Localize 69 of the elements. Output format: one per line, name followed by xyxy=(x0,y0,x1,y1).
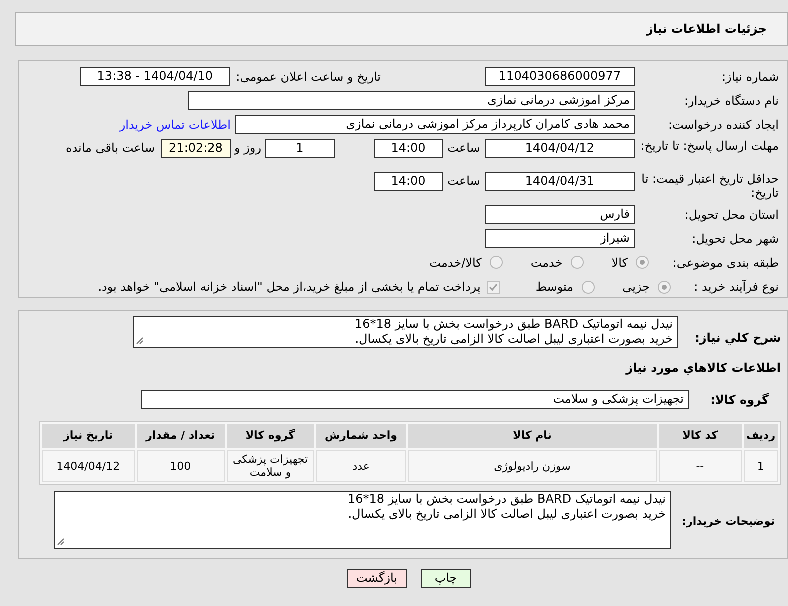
field-label: ساعت xyxy=(446,173,482,190)
field-label: شرح کلي نياز: xyxy=(695,331,781,345)
text-field[interactable]: شیراز xyxy=(485,229,635,248)
field-label: ساعت xyxy=(446,140,482,157)
text-field[interactable]: 1404/04/12 xyxy=(485,139,635,158)
text-field[interactable]: 21:02:28 xyxy=(161,139,231,158)
text-area[interactable]: نیدل نیمه اتوماتیک BARD طبق درخواست بخش با سایز 18*16 خرید بصورت اعتباری لیبل اصالت کالا الزامی تاریخ بالای یکسال. xyxy=(133,316,678,348)
table-cell: 1 xyxy=(744,450,778,482)
contact-link[interactable]: اطلاعات تماس خریدار xyxy=(120,116,231,134)
column-header: نام کالا xyxy=(408,424,657,448)
field-label: نام دستگاه خریدار: xyxy=(684,94,779,108)
radio-label: کالا xyxy=(612,254,628,272)
print-button[interactable]: چاپ xyxy=(421,569,471,588)
radio-button[interactable] xyxy=(636,256,649,270)
field-label: شهر محل تحویل: xyxy=(692,232,779,246)
radio-button[interactable] xyxy=(582,280,595,294)
page-title: جزئیات اطلاعات نیاز xyxy=(646,21,767,38)
text-field[interactable]: 14:00 xyxy=(374,172,443,192)
table-cell: سوزن رادیولوژی xyxy=(408,450,657,482)
text-line: خرید بصورت اعتباری لیبل اصالت کالا الزامی تاریخ بالای یکسال. xyxy=(355,332,673,347)
text-field[interactable]: 1104030686000977 xyxy=(485,67,635,86)
column-header: ردیف xyxy=(744,424,778,448)
field-label: مهلت ارسال پاسخ: تا تاریخ: xyxy=(640,139,779,153)
resize-grip-icon xyxy=(136,337,144,345)
text-field[interactable]: 14:00 xyxy=(374,139,443,158)
text-field[interactable]: 1 xyxy=(265,139,335,158)
column-header: گروه کالا xyxy=(226,424,314,448)
radio-label: جزیی xyxy=(622,279,650,296)
field-label: تاریخ و ساعت اعلان عمومی: xyxy=(236,70,381,84)
column-header: تعداد / مقدار xyxy=(136,424,225,448)
radio-label: خدمت xyxy=(530,254,563,272)
radio-label: متوسط xyxy=(536,279,574,296)
field-label: نوع فرآیند خرید : xyxy=(694,280,779,294)
table-cell: -- xyxy=(658,450,742,482)
column-header: واحد شمارش xyxy=(316,424,406,448)
field-label: شماره نیاز: xyxy=(722,70,779,84)
text-line: نیدل نیمه اتوماتیک BARD طبق درخواست بخش با سایز 18*16 xyxy=(348,492,666,507)
field-label: روز و xyxy=(233,140,262,157)
checkbox[interactable] xyxy=(486,280,500,294)
text-field[interactable]: مرکز اموزشی درمانی نمازی xyxy=(188,91,635,110)
table-cell: عدد xyxy=(316,450,406,482)
field-label: استان محل تحویل: xyxy=(684,208,779,222)
field-label: توضیحات خریدار: xyxy=(682,515,775,528)
table-cell: تجهیزات پزشکی و سلامت xyxy=(226,450,314,482)
text-field[interactable]: 1404/04/10 - 13:38 xyxy=(80,67,230,86)
table-cell: 100 xyxy=(136,450,225,482)
field-label: ایجاد کننده درخواست: xyxy=(668,118,779,132)
text-area[interactable]: نیدل نیمه اتوماتیک BARD طبق درخواست بخش با سایز 18*16 خرید بصورت اعتباری لیبل اصالت کالا الزامی تاریخ بالای یکسال. xyxy=(54,491,671,549)
field-label: حداقل تاریخ اعتبار قیمت: تا تاریخ: xyxy=(642,172,779,200)
field-label: گروه کالا: xyxy=(710,393,769,407)
radio-button[interactable] xyxy=(570,256,584,270)
radio-button[interactable] xyxy=(658,280,671,294)
column-header: کد کالا xyxy=(658,424,742,448)
radio-button[interactable] xyxy=(490,256,503,270)
field-label: طبقه بندی موضوعی: xyxy=(672,256,779,270)
text-line: نیدل نیمه اتوماتیک BARD طبق درخواست بخش با سایز 18*16 xyxy=(354,317,673,332)
group-field[interactable]: تجهیزات پزشکی و سلامت xyxy=(141,390,689,408)
text-field[interactable]: فارس xyxy=(485,205,635,224)
text-field[interactable]: 1404/04/31 xyxy=(485,172,635,192)
radio-label: کالا/خدمت xyxy=(430,254,482,272)
section-title: اطلاعات کالاهاي مورد نياز xyxy=(626,361,781,375)
text-line: خرید بصورت اعتباری لیبل اصالت کالا الزامی تاریخ بالای یکسال. xyxy=(348,507,666,522)
resize-grip-icon xyxy=(57,538,65,546)
back-button[interactable]: بازگشت xyxy=(347,569,407,588)
column-header: تاریخ نیاز xyxy=(42,424,135,448)
payment-note: پرداخت تمام یا بخشی از مبلغ خرید،از محل "اسناد خزانه اسلامی" خواهد بود. xyxy=(98,279,481,296)
field-label: ساعت باقی مانده xyxy=(66,140,155,157)
table-cell: 1404/04/12 xyxy=(42,450,135,482)
text-field[interactable]: محمد هادی کامران کارپرداز مرکز اموزشی درمانی نمازی xyxy=(235,115,635,134)
